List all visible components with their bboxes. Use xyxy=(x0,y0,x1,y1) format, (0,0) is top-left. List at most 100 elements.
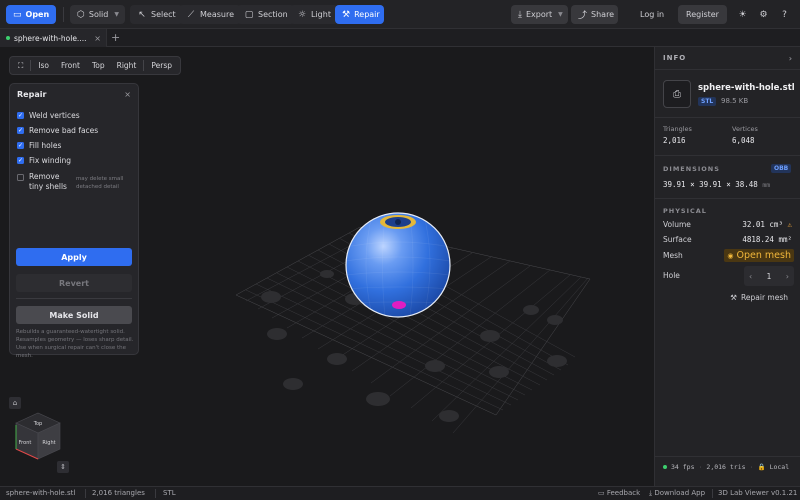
light-tool-button[interactable]: ☼ Light xyxy=(290,5,338,24)
triangles-value: 2,016 xyxy=(663,136,686,145)
status-divider xyxy=(712,489,713,498)
solid-label: Solid xyxy=(88,10,109,19)
select-label: Select xyxy=(151,10,176,19)
dimensions-title: DIMENSIONS xyxy=(663,165,720,173)
select-tool-button[interactable]: ↖ Select xyxy=(130,5,183,24)
fix-winding-option[interactable]: ✓ Fix winding xyxy=(10,153,138,168)
hole-index: 1 xyxy=(766,271,772,281)
dims-mode-badge[interactable]: OBB xyxy=(771,164,792,173)
measure-tool-button[interactable]: ⟋ Measure xyxy=(179,5,241,24)
status-format: STL xyxy=(163,489,176,497)
divider xyxy=(655,117,800,118)
sun-icon: ☼ xyxy=(297,9,307,20)
info-header: INFO › xyxy=(655,47,800,70)
option-label: Fix winding xyxy=(29,156,72,165)
fill-holes-option[interactable]: ✓ Fill holes xyxy=(10,138,138,153)
dims-numbers: 39.91 × 39.91 × 38.48 xyxy=(663,180,758,189)
download-label: Download App xyxy=(654,489,706,497)
download-app-link[interactable]: ⤓ Download App xyxy=(649,489,705,498)
fit-view-button[interactable]: ⛶ xyxy=(13,58,28,73)
remove-bad-faces-option[interactable]: ✓ Remove bad faces xyxy=(10,123,138,138)
add-tab-button[interactable]: + xyxy=(111,31,120,44)
view-top-button[interactable]: Top xyxy=(87,58,110,73)
option-label: Remove bad faces xyxy=(29,126,99,135)
wrench-icon: ⚒ xyxy=(342,9,351,20)
chevron-right-icon[interactable]: › xyxy=(786,272,789,281)
close-icon[interactable]: × xyxy=(94,34,101,43)
info-title: INFO xyxy=(663,54,687,62)
file-name: sphere-with-hole.stl xyxy=(698,83,795,93)
chevron-right-icon[interactable]: › xyxy=(789,54,792,63)
status-triangles: 2,016 triangles xyxy=(92,489,145,497)
weld-vertices-option[interactable]: ✓ Weld vertices xyxy=(10,108,138,123)
view-persp-button[interactable]: Persp xyxy=(146,58,177,73)
settings-button[interactable]: ⚙ xyxy=(755,5,772,24)
login-button[interactable]: Log in xyxy=(633,5,671,24)
register-button[interactable]: Register xyxy=(678,5,727,24)
file-tab[interactable]: sphere-with-hole.... × xyxy=(0,29,107,47)
toolbar-divider xyxy=(63,7,64,22)
option-label: Weld vertices xyxy=(29,111,80,120)
export-button[interactable]: ⤓ Export ▼ xyxy=(511,5,568,24)
file-tab-label: sphere-with-hole.... xyxy=(14,33,87,43)
open-button[interactable]: ▭ Open xyxy=(6,5,56,24)
view-front-button[interactable]: Front xyxy=(56,58,85,73)
view-right-button[interactable]: Right xyxy=(112,58,142,73)
cube-front-label: Front xyxy=(19,440,32,446)
option-label: Remove tiny shells xyxy=(29,172,67,191)
repair-mesh-button[interactable]: ⚒ Repair mesh xyxy=(730,293,788,302)
open-label: Open xyxy=(25,10,50,19)
chevron-down-icon: ▼ xyxy=(114,11,119,18)
file-icon: ⎙ xyxy=(663,80,691,108)
sphere-model xyxy=(345,212,451,318)
dims-unit: mm xyxy=(762,181,771,189)
make-solid-button[interactable]: Make Solid xyxy=(16,306,132,324)
section-icon: ▢ xyxy=(244,9,254,20)
view-cube[interactable]: ⌂ Top Front Right ⇕ xyxy=(8,397,70,477)
close-icon[interactable]: × xyxy=(124,90,131,99)
tris-value: 2,016 tris xyxy=(706,463,746,471)
checkbox-checked-icon[interactable]: ✓ xyxy=(17,127,24,134)
apply-button[interactable]: Apply xyxy=(16,248,132,266)
chat-icon: ▭ xyxy=(598,489,605,497)
light-label: Light xyxy=(311,10,331,19)
revert-button[interactable]: Revert xyxy=(16,274,132,292)
volume-value: 32.01 cm³ ⚠ xyxy=(742,220,792,229)
wrench-icon: ⚒ xyxy=(730,293,738,302)
repair-tool-button[interactable]: ⚒ Repair xyxy=(335,5,384,24)
share-button[interactable]: ⤴ Share xyxy=(571,5,618,24)
solid-dropdown[interactable]: ⬡ Solid ▼ xyxy=(70,5,125,24)
repair-panel-header: Repair × xyxy=(10,84,138,104)
chevron-left-icon[interactable]: ‹ xyxy=(749,272,752,281)
vertices-value: 6,048 xyxy=(732,136,755,145)
status-bar: sphere-with-hole.stl 2,016 triangles STL… xyxy=(0,486,800,500)
mesh-status-badge: ◉ Open mesh xyxy=(724,249,794,262)
feedback-label: Feedback xyxy=(606,489,641,497)
theme-toggle-button[interactable]: ☀ xyxy=(734,5,751,24)
option-label: Fill holes xyxy=(29,141,62,150)
status-divider xyxy=(155,489,156,498)
help-icon: ? xyxy=(782,9,787,20)
view-iso-button[interactable]: Iso xyxy=(33,58,54,73)
section-tool-button[interactable]: ▢ Section xyxy=(237,5,295,24)
repair-panel-title: Repair xyxy=(17,89,47,99)
view-preset-bar: ⛶ Iso Front Top Right Persp xyxy=(9,56,181,75)
checkbox-checked-icon[interactable]: ✓ xyxy=(17,157,24,164)
3d-viewport[interactable]: ⛶ Iso Front Top Right Persp Repair × ✓ W… xyxy=(0,47,654,486)
cube-toggle-icon[interactable]: ⇕ xyxy=(57,461,69,473)
hole-label: Hole xyxy=(663,271,680,280)
cube-right-label: Right xyxy=(42,440,55,446)
checkbox-checked-icon[interactable]: ✓ xyxy=(17,112,24,119)
checkbox-unchecked-icon[interactable] xyxy=(17,174,24,181)
remove-tiny-shells-option[interactable]: Remove tiny shells may delete small deta… xyxy=(10,168,138,194)
register-label: Register xyxy=(686,10,719,19)
help-button[interactable]: ? xyxy=(776,5,793,24)
dimensions-value: 39.91 × 39.91 × 38.48 mm xyxy=(663,180,770,189)
warning-icon: ⚠ xyxy=(787,220,792,229)
checkbox-checked-icon[interactable]: ✓ xyxy=(17,142,24,149)
orientation-cube[interactable]: Top Front Right xyxy=(8,405,70,467)
feedback-link[interactable]: ▭ Feedback xyxy=(598,489,640,497)
mesh-status-text: Open mesh xyxy=(736,250,791,261)
surface-value: 4818.24 mm² xyxy=(742,235,792,244)
hole-stepper[interactable]: ‹ 1 › xyxy=(744,266,794,286)
